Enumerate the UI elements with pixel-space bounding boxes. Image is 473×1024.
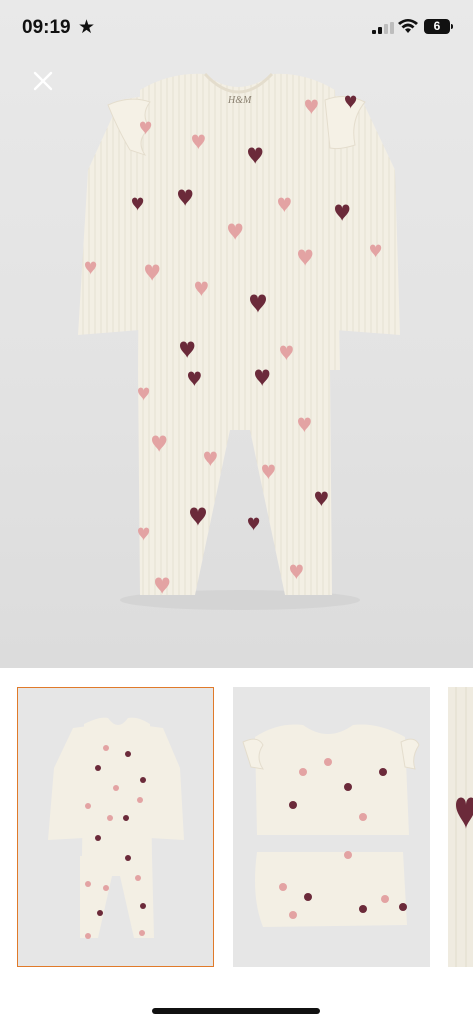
thumbnail-3-partial[interactable] <box>448 687 473 967</box>
star-icon: ★ <box>78 17 96 38</box>
thumbnail-image-folded <box>233 687 430 967</box>
thumbnail-image-closeup <box>448 687 473 967</box>
home-indicator[interactable] <box>152 1008 320 1014</box>
product-image-viewer[interactable]: H&M 09:19 ★ 6 <box>0 0 473 668</box>
main-product-image[interactable]: H&M <box>0 0 473 668</box>
thumbnail-strip[interactable] <box>0 670 473 990</box>
battery-icon: 6 <box>424 19 450 34</box>
thumbnail-1-selected[interactable] <box>17 687 214 967</box>
brand-logo: H&M <box>227 95 252 106</box>
thumbnail-image-outfit <box>18 688 213 966</box>
status-time: 09:19 <box>22 17 71 38</box>
cellular-signal-icon <box>372 22 394 34</box>
battery-tip <box>451 24 453 29</box>
status-bar: 09:19 ★ 6 <box>0 0 473 56</box>
close-icon[interactable] <box>28 66 58 96</box>
thumbnail-2[interactable] <box>233 687 430 967</box>
wifi-icon <box>398 19 418 33</box>
